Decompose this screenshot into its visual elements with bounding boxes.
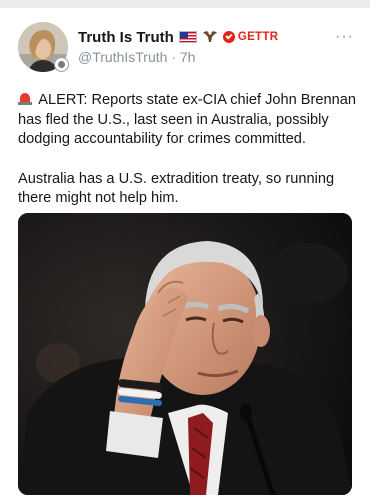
platform-label: GETTR: [237, 31, 279, 43]
siren-icon: [18, 93, 32, 105]
more-options-icon[interactable]: ···: [335, 28, 354, 46]
photo-man-hand-on-forehead: [18, 213, 352, 495]
post-paragraph: Australia has a U.S. extradition treaty,…: [18, 170, 358, 209]
post-paragraph-text: ALERT: Reports state ex-CIA chief John B…: [18, 92, 356, 147]
post-paragraph: ALERT: Reports state ex-CIA chief John B…: [18, 91, 358, 150]
top-divider-strip: [0, 0, 370, 8]
post-card[interactable]: Truth Is Truth GETTR @TruthIsTruth · 7h …: [0, 8, 370, 500]
timestamp[interactable]: 7h: [180, 49, 196, 65]
post-text: ALERT: Reports state ex-CIA chief John B…: [18, 91, 358, 209]
verified-seal-icon: [54, 57, 69, 72]
handle-line: @TruthIsTruth · 7h: [78, 49, 195, 65]
gettr-badge: GETTR: [222, 31, 279, 43]
post-image[interactable]: [18, 213, 352, 495]
eagle-icon: [202, 29, 218, 46]
display-name[interactable]: Truth Is Truth: [78, 29, 174, 46]
author-line: Truth Is Truth GETTR: [78, 26, 278, 48]
post-paragraph-text: Australia has a U.S. extradition treaty,…: [18, 170, 335, 207]
handle[interactable]: @TruthIsTruth: [78, 49, 167, 65]
verified-check-icon: [222, 31, 235, 43]
flag-us-icon: [178, 31, 197, 43]
separator: ·: [171, 49, 176, 65]
